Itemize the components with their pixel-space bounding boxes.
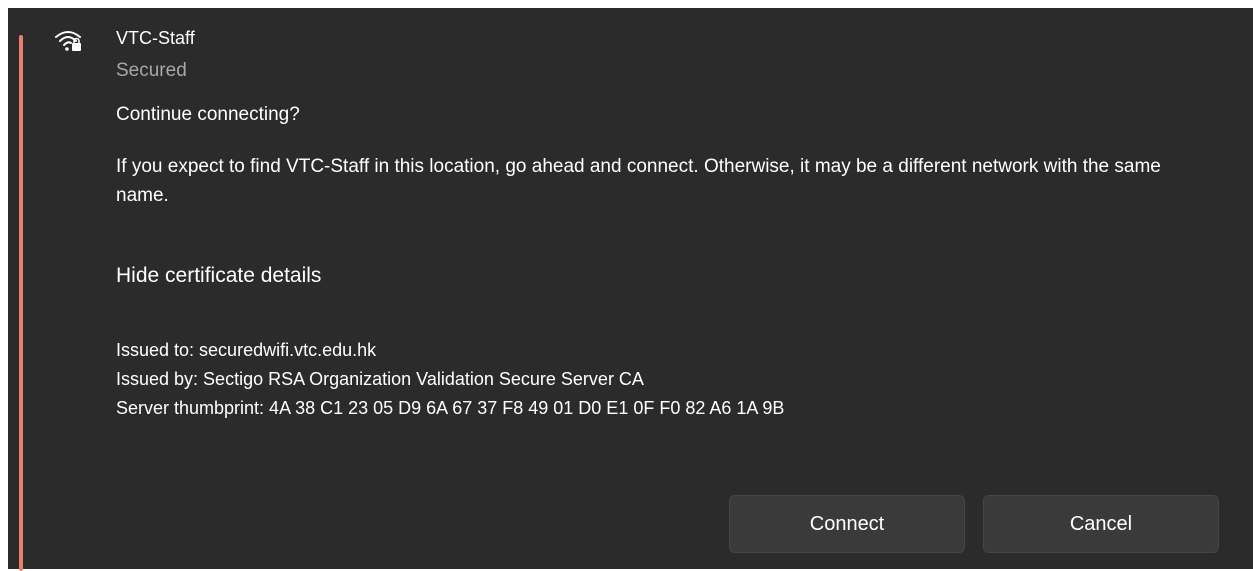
cert-thumbprint: Server thumbprint: 4A 38 C1 23 05 D9 6A …	[116, 398, 785, 418]
prompt-body: If you expect to find VTC-Staff in this …	[116, 156, 1161, 206]
network-name: VTC-Staff	[116, 28, 195, 48]
certificate-details: Issued to: securedwifi.vtc.edu.hk Issued…	[116, 336, 784, 423]
hide-certificate-details-link[interactable]: Hide certificate details	[116, 264, 321, 288]
cert-issued-by: Issued by: Sectigo RSA Organization Vali…	[116, 369, 644, 389]
prompt-title: Continue connecting?	[116, 104, 300, 125]
wifi-connect-panel: VTC-Staff Secured Continue connecting? I…	[8, 8, 1253, 571]
selection-accent-bar	[19, 35, 23, 571]
connect-button[interactable]: Connect	[729, 495, 965, 553]
cert-issued-to: Issued to: securedwifi.vtc.edu.hk	[116, 340, 377, 360]
network-status: Secured	[116, 60, 187, 81]
cancel-button[interactable]: Cancel	[983, 495, 1219, 553]
wifi-secured-icon	[55, 31, 81, 51]
